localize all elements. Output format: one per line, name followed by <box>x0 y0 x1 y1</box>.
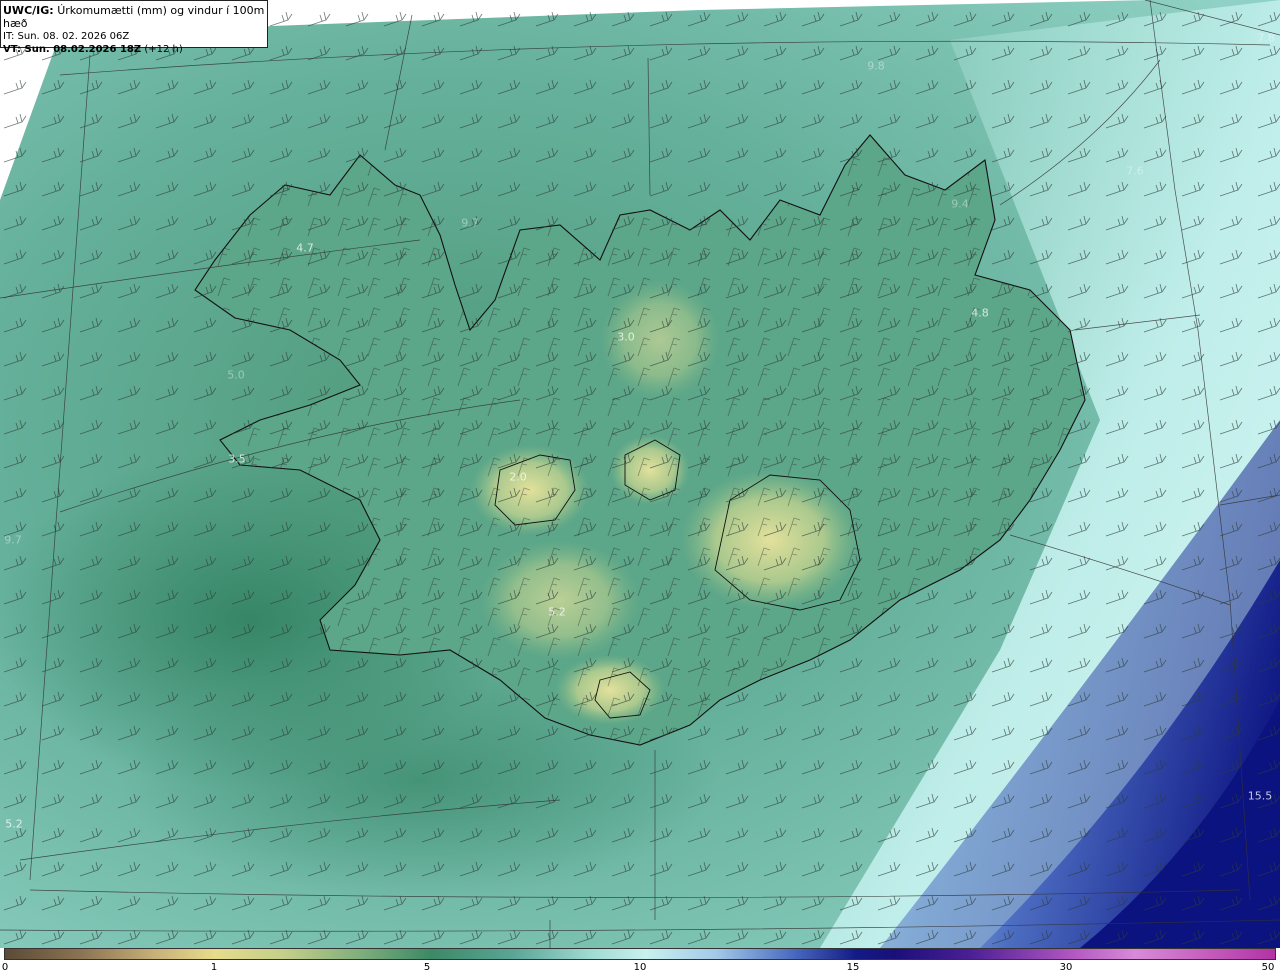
map-value-label: 9.4 <box>951 197 969 211</box>
colorbar-gradient <box>4 948 1276 960</box>
map-value-label: 7.6 <box>1126 164 1144 178</box>
map-title: UWC/IG: Úrkomumætti (mm) og vindur í 100… <box>3 4 267 30</box>
colorbar: 0 1 5 10 15 30 50 <box>0 948 1280 978</box>
valid-time-date: VT: Sun. 08.02.2026 18Z <box>3 44 142 55</box>
colorbar-tick: 15 <box>846 962 860 973</box>
model-name: UWC/IG: <box>3 4 54 17</box>
valid-time: VT: Sun. 08.02.2026 18Z (+12 h) <box>3 43 267 56</box>
initial-time: IT: Sun. 08. 02. 2026 06Z <box>3 31 130 42</box>
map-value-label: 9.7 <box>4 533 22 547</box>
forecast-offset: (+12 h) <box>144 44 183 55</box>
map-value-label: 3.0 <box>617 330 635 344</box>
map-info-box: UWC/IG: Úrkomumætti (mm) og vindur í 100… <box>0 0 268 55</box>
map-value-label: 15.5 <box>1247 789 1273 803</box>
map-value-label: 5.2 <box>5 817 23 831</box>
colorbar-tick: 0 <box>1 962 9 973</box>
colorbar-tick: 5 <box>423 962 431 973</box>
colorbar-tick: 30 <box>1059 962 1073 973</box>
map-value-label: 9.8 <box>867 59 885 73</box>
weather-map <box>0 0 1280 948</box>
map-value-label: 4.7 <box>296 241 314 255</box>
map-value-label: 4.8 <box>971 306 989 320</box>
map-value-label: 9.7 <box>461 216 479 230</box>
colorbar-tick: 1 <box>210 962 218 973</box>
map-value-label: 3.5 <box>228 452 246 466</box>
map-value-label: 7.8 <box>1257 31 1275 45</box>
map-value-label: 2.0 <box>509 470 527 484</box>
map-value-label: 5.2 <box>548 605 566 619</box>
colorbar-tick: 50 <box>1261 962 1275 973</box>
colorbar-tick: 10 <box>633 962 647 973</box>
map-value-label: 5.0 <box>227 368 245 382</box>
